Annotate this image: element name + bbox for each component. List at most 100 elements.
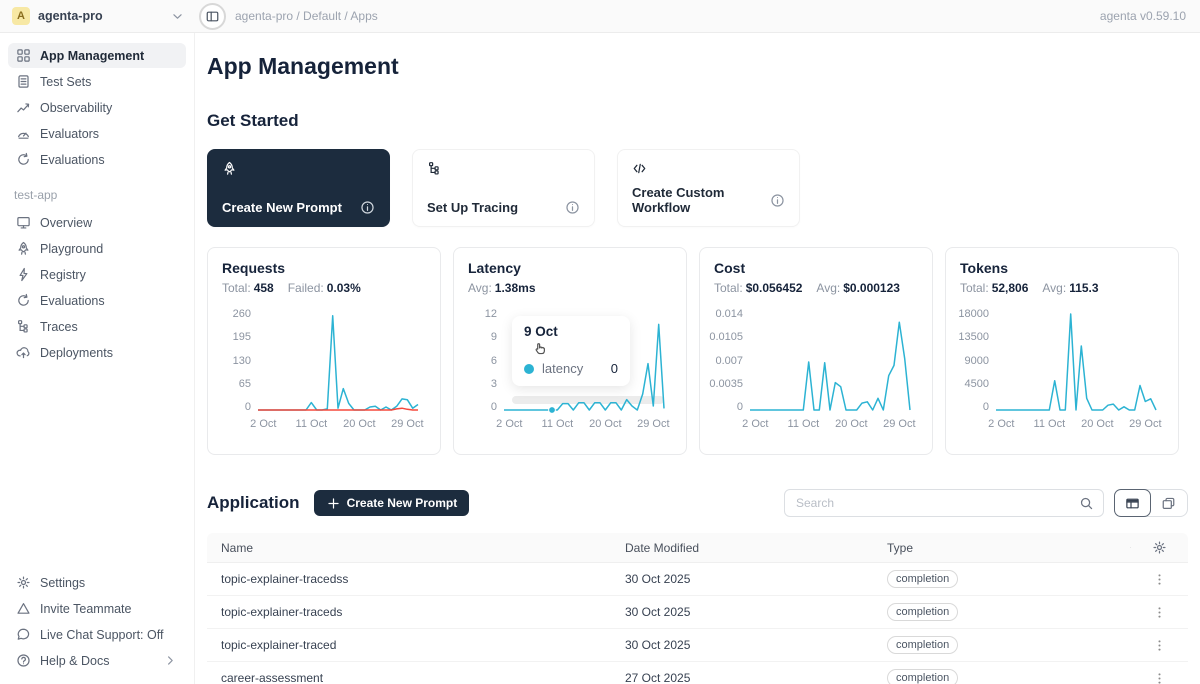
get-started-heading: Get Started bbox=[207, 111, 1188, 131]
info-icon[interactable] bbox=[360, 200, 375, 215]
chart-title: Cost bbox=[714, 260, 918, 276]
table-view-button[interactable] bbox=[1114, 489, 1151, 517]
cloud-up-icon bbox=[16, 345, 31, 360]
rocket-icon bbox=[222, 161, 375, 176]
sidebar-bottom-nav: Settings Invite TeammateLive Chat Support… bbox=[8, 570, 186, 674]
applications-table: Name Date Modified Type topic-explainer-… bbox=[207, 533, 1188, 684]
row-menu-dots-icon[interactable] bbox=[1152, 638, 1167, 653]
app-version: agenta v0.59.10 bbox=[1100, 9, 1200, 23]
app-date-modified: 30 Oct 2025 bbox=[611, 605, 873, 619]
tracing-tree-icon bbox=[427, 161, 580, 176]
sidebar-item-label: Playground bbox=[40, 242, 178, 256]
panel-left-icon bbox=[205, 9, 220, 24]
sidebar-item-overview[interactable]: Overview bbox=[8, 210, 186, 235]
column-header-type[interactable]: Type bbox=[873, 541, 1130, 555]
gear-icon bbox=[16, 575, 31, 590]
application-title: Application bbox=[207, 493, 300, 513]
refresh-icon bbox=[16, 152, 31, 167]
sidebar-item-evaluations[interactable]: Evaluations bbox=[8, 288, 186, 313]
view-toggle bbox=[1114, 489, 1188, 517]
column-header-date-modified[interactable]: Date Modified bbox=[611, 541, 873, 555]
table-row[interactable]: topic-explainer-tracedss30 Oct 2025compl… bbox=[207, 563, 1188, 596]
sidebar-item-settings[interactable]: Settings bbox=[8, 570, 186, 595]
column-header-name[interactable]: Name bbox=[207, 541, 611, 555]
search-input[interactable] bbox=[794, 495, 1079, 511]
sidebar-item-registry[interactable]: Registry bbox=[8, 262, 186, 287]
tokens-plot[interactable] bbox=[996, 309, 1156, 413]
chart-title: Requests bbox=[222, 260, 426, 276]
chat-icon bbox=[16, 627, 31, 642]
table-row[interactable]: topic-explainer-traceds30 Oct 2025comple… bbox=[207, 596, 1188, 629]
sidebar-item-label: Traces bbox=[40, 320, 178, 334]
create-custom-workflow-card[interactable]: Create Custom Workflow bbox=[617, 149, 800, 227]
sidebar-item-evaluators[interactable]: Evaluators bbox=[8, 121, 186, 146]
tree-icon bbox=[16, 319, 31, 334]
top-bar: A agenta-pro agenta-pro / Default / Apps… bbox=[0, 0, 1200, 33]
cost-chart-card: Cost Total:$0.056452 Avg:$0.000123 0.014… bbox=[699, 247, 933, 455]
type-badge: completion bbox=[887, 570, 958, 588]
bolt-icon bbox=[16, 267, 31, 282]
question-icon bbox=[16, 653, 31, 668]
card-label: Create New Prompt bbox=[222, 200, 342, 215]
table-row[interactable]: topic-explainer-traced30 Oct 2025complet… bbox=[207, 629, 1188, 662]
app-name: career-assessment bbox=[207, 671, 611, 684]
table-view-icon bbox=[1125, 496, 1140, 511]
app-type: completion bbox=[873, 603, 1130, 621]
sidebar: App ManagementTest SetsObservabilityEval… bbox=[0, 33, 195, 684]
chart-stats: Total:458 Failed:0.03% bbox=[222, 281, 426, 295]
create-new-prompt-button[interactable]: Create New Prompt bbox=[314, 490, 470, 516]
sidebar-item-app-management[interactable]: App Management bbox=[8, 43, 186, 68]
page-title: App Management bbox=[207, 53, 1188, 80]
sidebar-item-traces[interactable]: Traces bbox=[8, 314, 186, 339]
table-row[interactable]: career-assessment27 Oct 2025completion bbox=[207, 662, 1188, 684]
breadcrumb: agenta-pro / Default / Apps bbox=[235, 9, 1100, 23]
row-menu-dots-icon[interactable] bbox=[1152, 572, 1167, 587]
sidebar-item-deployments[interactable]: Deployments bbox=[8, 340, 186, 365]
document-icon bbox=[16, 74, 31, 89]
code-icon bbox=[632, 161, 785, 176]
tooltip-series-value: 0 bbox=[593, 361, 618, 376]
sidebar-item-label: Settings bbox=[40, 576, 178, 590]
column-settings-gear-icon[interactable] bbox=[1152, 540, 1167, 555]
chevron-down-icon bbox=[170, 9, 185, 24]
card-label: Set Up Tracing bbox=[427, 200, 518, 215]
set-up-tracing-card[interactable]: Set Up Tracing bbox=[412, 149, 595, 227]
sidebar-item-label: Evaluations bbox=[40, 294, 178, 308]
row-menu-dots-icon[interactable] bbox=[1152, 605, 1167, 620]
card-view-icon bbox=[1161, 496, 1176, 511]
cost-plot[interactable] bbox=[750, 309, 910, 413]
chart-tooltip: 9 Oct latency 0 bbox=[512, 316, 630, 386]
sidebar-item-observability[interactable]: Observability bbox=[8, 95, 186, 120]
plus-icon bbox=[326, 496, 341, 511]
sidebar-item-live-chat-support-off[interactable]: Live Chat Support: Off bbox=[8, 622, 186, 647]
sidebar-item-label: App Management bbox=[40, 49, 178, 63]
info-icon[interactable] bbox=[770, 193, 785, 208]
sidebar-item-help-docs[interactable]: Help & Docs bbox=[8, 648, 186, 673]
workspace-selector[interactable]: A agenta-pro bbox=[0, 7, 195, 25]
sidebar-main-nav: App ManagementTest SetsObservabilityEval… bbox=[8, 43, 186, 173]
tooltip-series-name: latency bbox=[542, 361, 583, 376]
table-header-row: Name Date Modified Type bbox=[207, 533, 1188, 563]
card-view-button[interactable] bbox=[1150, 489, 1187, 517]
refresh-icon bbox=[16, 293, 31, 308]
sidebar-item-invite-teammate[interactable]: Invite Teammate bbox=[8, 596, 186, 621]
sidebar-item-playground[interactable]: Playground bbox=[8, 236, 186, 261]
search-icon[interactable] bbox=[1079, 496, 1094, 511]
workspace-name: agenta-pro bbox=[38, 9, 162, 23]
app-type: completion bbox=[873, 636, 1130, 654]
main-content: App Management Get Started Create New Pr… bbox=[196, 33, 1200, 684]
metrics-charts: Requests Total:458 Failed:0.03% 26019513… bbox=[207, 247, 1188, 455]
app-date-modified: 30 Oct 2025 bbox=[611, 572, 873, 586]
card-label: Create Custom Workflow bbox=[632, 185, 770, 215]
collapse-sidebar-button[interactable] bbox=[199, 3, 226, 30]
sidebar-item-test-sets[interactable]: Test Sets bbox=[8, 69, 186, 94]
y-axis-ticks: 1800013500900045000 bbox=[960, 309, 996, 413]
sidebar-item-label: Registry bbox=[40, 268, 178, 282]
info-icon[interactable] bbox=[565, 200, 580, 215]
row-menu-dots-icon[interactable] bbox=[1152, 671, 1167, 684]
create-new-prompt-card[interactable]: Create New Prompt bbox=[207, 149, 390, 227]
sidebar-item-evaluations[interactable]: Evaluations bbox=[8, 147, 186, 172]
requests-plot[interactable] bbox=[258, 309, 418, 413]
application-header: Application Create New Prompt bbox=[207, 489, 1188, 517]
latency-chart-card: Latency Avg:1.38ms 129630 2 Oct11 Oct20 … bbox=[453, 247, 687, 455]
